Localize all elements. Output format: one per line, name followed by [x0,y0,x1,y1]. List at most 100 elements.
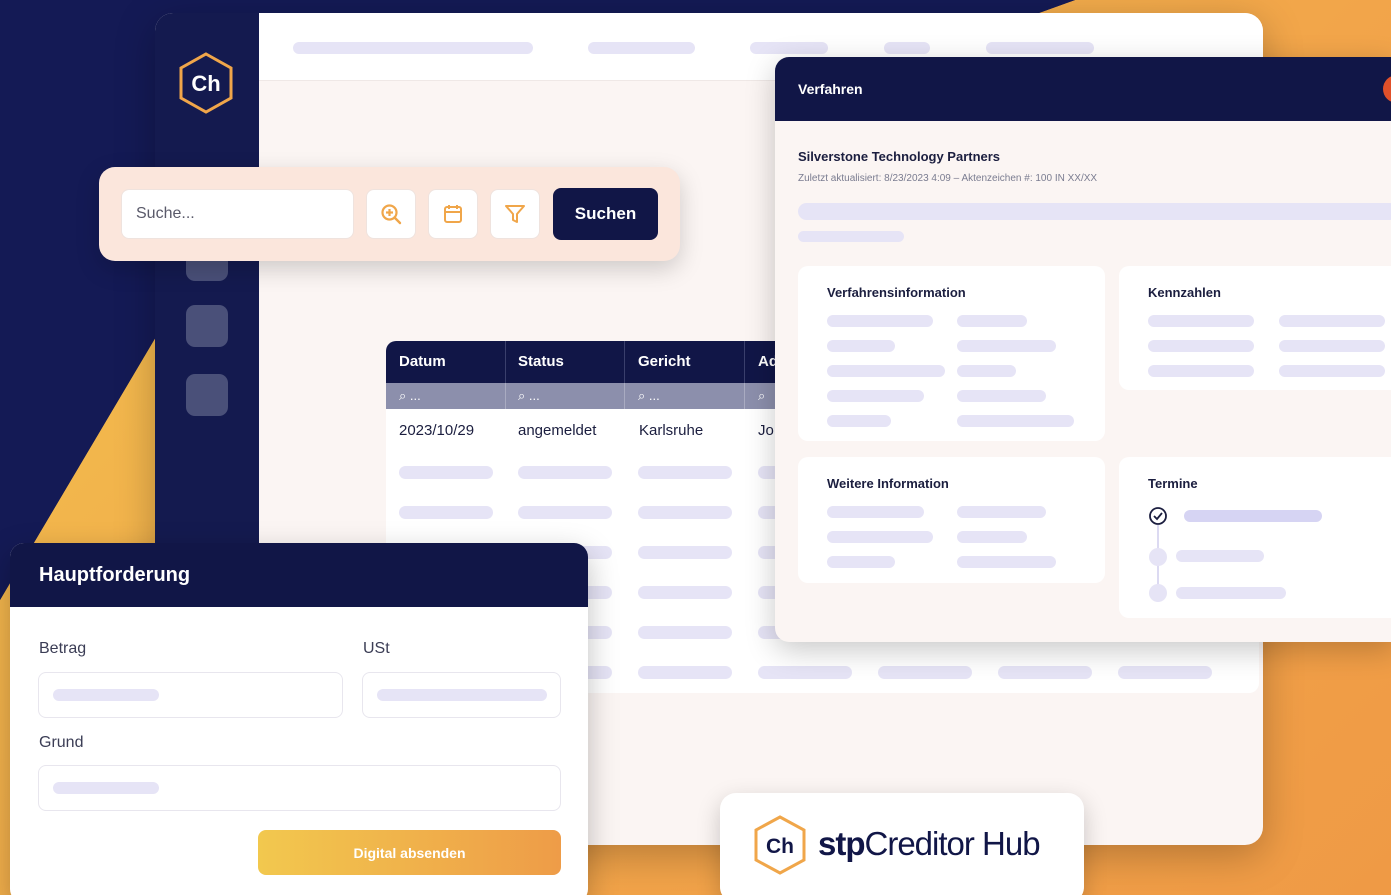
search-panel: Suche... Suchen [99,167,680,261]
placeholder-bar [827,340,895,352]
field-placeholder [53,782,159,794]
verfahren-title: Verfahren [775,57,1391,121]
cell-status[interactable]: angemeldet [518,422,596,439]
cell-gericht[interactable]: Karlsruhe [639,422,703,439]
placeholder-bar [957,365,1016,377]
placeholder-bar [518,506,612,519]
brand-title: Creditor Hub [864,825,1041,862]
submit-button[interactable]: Digital absenden [258,830,561,875]
placeholder-bar [638,466,732,479]
column-header-status[interactable]: Status [505,341,625,383]
grund-field[interactable] [38,765,561,811]
progress-placeholder [798,203,1391,220]
placeholder-bar [998,666,1092,679]
search-icon: ⌕ [638,388,646,403]
nav-placeholder[interactable] [750,42,828,54]
search-icon: ⌕ [399,388,407,403]
placeholder-bar [957,506,1046,518]
ust-label: USt [363,640,390,657]
sidebar-item[interactable] [186,305,228,347]
placeholder-bar [1279,340,1385,352]
placeholder-bar [957,340,1056,352]
placeholder-bar [957,315,1027,327]
placeholder-bar [827,506,924,518]
placeholder-bar [1148,315,1254,327]
card-verfahrensinformation: Verfahrensinformation [798,266,1105,441]
card-termine: Termine [1119,457,1391,618]
betrag-label: Betrag [39,640,87,657]
nav-placeholder[interactable] [884,42,930,54]
company-name: Silverstone Technology Partners [798,149,1001,164]
search-button[interactable]: Suchen [553,188,658,240]
betrag-field[interactable] [38,672,343,718]
column-filter-gericht[interactable]: ⌕ ... [625,383,745,409]
termin-placeholder[interactable] [1176,587,1286,599]
column-filter-datum[interactable]: ⌕ ... [386,383,506,409]
filter-button[interactable] [490,189,540,239]
timeline-dot [1149,548,1167,566]
placeholder-bar [957,415,1074,427]
placeholder-bar [638,626,732,639]
placeholder-bar [638,546,732,559]
filter-placeholder: ... [648,388,660,403]
nav-placeholder[interactable] [293,42,533,54]
hauptforderung-panel: Hauptforderung Betrag USt Grund Digital … [10,543,588,895]
nav-placeholder[interactable] [986,42,1094,54]
zoom-in-button[interactable] [366,189,416,239]
termin-placeholder[interactable] [1184,510,1322,522]
placeholder-bar [638,666,732,679]
placeholder-bar [1279,315,1385,327]
placeholder-bar [957,531,1027,543]
filter-placeholder: ... [528,388,540,403]
search-input[interactable]: Suche... [121,189,354,239]
column-header-gericht[interactable]: Gericht [625,341,745,383]
app-logo[interactable]: Ch [177,51,235,115]
placeholder-bar [1148,340,1254,352]
placeholder-bar [878,666,972,679]
placeholder-bar [518,466,612,479]
placeholder-bar [827,556,895,568]
cell-ad[interactable]: Jo [758,422,774,439]
placeholder-bar [758,666,852,679]
timeline [1149,507,1167,602]
ust-field[interactable] [362,672,561,718]
cell-datum[interactable]: 2023/10/29 [399,422,474,439]
brand-logo-icon: Ch [754,815,806,875]
placeholder-bar [827,390,924,402]
filter-placeholder: ... [409,388,421,403]
sidebar-item[interactable] [186,374,228,416]
text-placeholder [798,231,904,242]
placeholder-bar [399,506,493,519]
calendar-button[interactable] [428,189,478,239]
brand-name: stpCreditor Hub [818,825,1041,863]
nav-placeholder[interactable] [588,42,695,54]
placeholder-bar [827,531,933,543]
placeholder-bar [827,415,891,427]
app-logo-text: Ch [191,71,220,96]
grund-label: Grund [39,734,84,751]
case-meta: Zuletzt aktualisiert: 8/23/2023 4:09 – A… [798,173,1098,184]
placeholder-bar [957,390,1046,402]
filter-icon [505,205,525,223]
column-filter-status[interactable]: ⌕ ... [505,383,625,409]
calendar-icon [444,205,462,223]
card-title: Termine [1148,476,1198,491]
card-title: Verfahrensinformation [827,285,966,300]
card-title: Kennzahlen [1148,285,1221,300]
placeholder-bar [399,466,493,479]
brand-logo-text: Ch [766,835,794,858]
brand-badge: Ch stpCreditor Hub [720,793,1084,895]
placeholder-bar [957,556,1056,568]
card-weitere-information: Weitere Information [798,457,1105,583]
check-circle-icon [1149,507,1167,525]
brand-stp: stp [818,825,865,862]
placeholder-bar [1279,365,1385,377]
column-header-datum[interactable]: Datum [386,341,506,383]
search-icon: ⌕ [518,388,526,403]
placeholder-bar [827,315,933,327]
placeholder-bar [638,506,732,519]
field-placeholder [377,689,547,701]
termin-placeholder[interactable] [1176,550,1264,562]
verfahren-panel: Verfahren Silverstone Technology Partner… [775,57,1391,642]
placeholder-bar [827,365,945,377]
